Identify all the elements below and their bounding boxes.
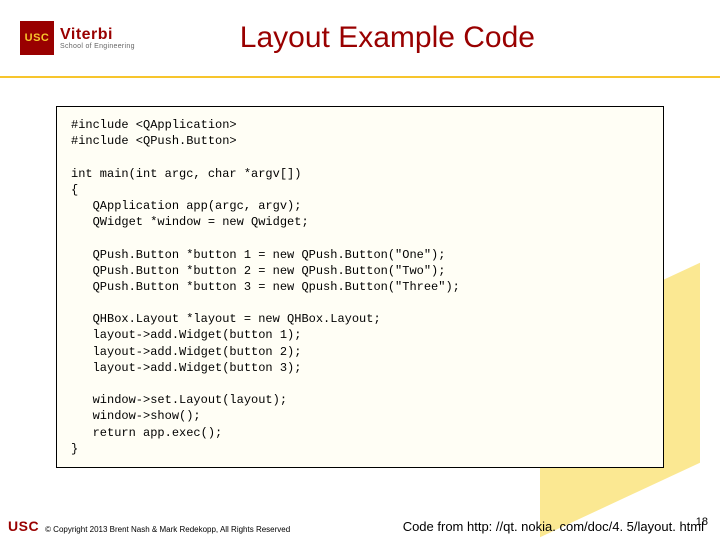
copyright-text: © Copyright 2013 Brent Nash & Mark Redek… xyxy=(45,525,290,534)
slide-footer: USC © Copyright 2013 Brent Nash & Mark R… xyxy=(0,518,720,534)
logo-text: Viterbi School of Engineering xyxy=(60,27,135,50)
page-title: Layout Example Code xyxy=(135,21,700,55)
logo-block: USC Viterbi School of Engineering xyxy=(20,21,135,55)
usc-shield-icon: USC xyxy=(20,21,54,55)
page-number: 18 xyxy=(696,516,708,528)
usc-wordmark: USC xyxy=(8,518,39,534)
slide-header: USC Viterbi School of Engineering Layout… xyxy=(0,0,720,78)
code-block: #include <QApplication> #include <QPush.… xyxy=(56,106,664,468)
footer-left: USC © Copyright 2013 Brent Nash & Mark R… xyxy=(8,518,290,534)
logo-subtitle: School of Engineering xyxy=(60,43,135,50)
source-attribution: Code from http: //qt. nokia. com/doc/4. … xyxy=(403,519,704,534)
code-content: #include <QApplication> #include <QPush.… xyxy=(71,117,649,457)
logo-name: Viterbi xyxy=(60,27,135,43)
